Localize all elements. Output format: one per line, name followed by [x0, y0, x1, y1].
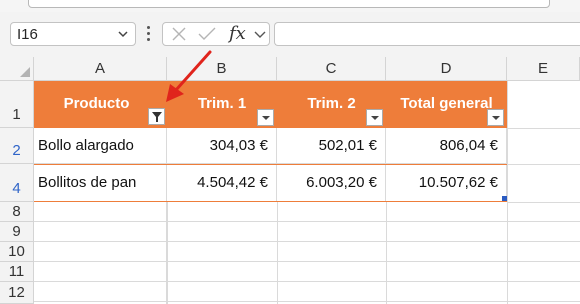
chevron-down-icon[interactable]	[257, 109, 274, 126]
column-header-d[interactable]: D	[386, 57, 507, 81]
resize-handle[interactable]	[502, 196, 507, 201]
more-options-icon[interactable]	[145, 23, 151, 45]
table-bottom-border	[34, 201, 507, 202]
top-field-fragment	[28, 0, 550, 8]
insert-function-button[interactable]: fx	[229, 23, 246, 44]
formula-input[interactable]	[274, 22, 580, 46]
formula-buttons: fx	[162, 22, 270, 46]
chevron-down-icon[interactable]	[366, 109, 383, 126]
row-header-8[interactable]: 8	[0, 202, 34, 222]
table-cell[interactable]: 4.504,42 €	[167, 165, 277, 202]
check-icon[interactable]	[197, 26, 217, 47]
table-cell[interactable]: Bollitos de pan	[34, 165, 167, 202]
filter-icon[interactable]	[148, 108, 165, 125]
chevron-down-icon[interactable]	[117, 25, 129, 46]
chevron-down-icon[interactable]	[253, 26, 267, 47]
table-cell[interactable]: Bollo alargado	[34, 128, 167, 164]
spreadsheet-grid: A B C D E 1 2 4 8 9 10 11 12 Producto Tr…	[0, 57, 580, 304]
row-header-11[interactable]: 11	[0, 262, 34, 282]
chevron-down-icon[interactable]	[487, 109, 504, 126]
table-cell[interactable]: 806,04 €	[386, 128, 507, 164]
table-cell[interactable]: 502,01 €	[277, 128, 386, 164]
select-all-corner[interactable]	[0, 57, 34, 81]
table-cell[interactable]: 10.507,62 €	[386, 165, 507, 202]
row-header-12[interactable]: 12	[0, 282, 34, 304]
table-cell[interactable]: 6.003,20 €	[277, 165, 386, 202]
row-header-9[interactable]: 9	[0, 222, 34, 242]
row-header-10[interactable]: 10	[0, 242, 34, 262]
row-header-1[interactable]: 1	[0, 81, 34, 128]
row-header-4[interactable]: 4	[0, 164, 34, 202]
empty-cells	[34, 202, 580, 304]
table-cell[interactable]: 304,03 €	[167, 128, 277, 164]
row-header-2[interactable]: 2	[0, 128, 34, 164]
column-header-a[interactable]: A	[34, 57, 167, 81]
column-header-e[interactable]: E	[507, 57, 580, 81]
column-header-c[interactable]: C	[277, 57, 386, 81]
red-arrow	[166, 50, 212, 102]
name-box-value: I16	[17, 26, 38, 43]
name-box[interactable]: I16	[10, 22, 136, 46]
x-icon[interactable]	[171, 26, 187, 47]
